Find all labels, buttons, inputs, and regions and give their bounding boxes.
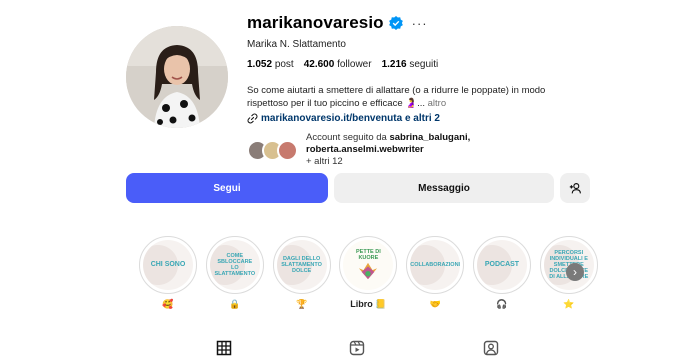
highlight-label: 🥰 [162,299,174,309]
highlight-podcast[interactable]: PODCAST 🎧 [469,236,535,311]
highlight-libro[interactable]: PETTE DI KUORE Libro 📒 [335,236,401,311]
suggested-accounts-button[interactable] [560,173,590,203]
follower-avatars [247,139,298,161]
highlight-label: 🤝 [429,299,441,309]
bio-line-2: rispettoso per il tuo piccino e efficace… [247,97,425,109]
username-row: marikanovaresio ··· [247,12,577,34]
link-text: marikanovaresio.it/benvenuta e altri 2 [261,113,440,124]
highlight-cover: CHI SONO [143,240,193,290]
highlights-next-arrow-icon[interactable]: › [566,263,584,281]
highlight-chi-sono[interactable]: CHI SONO 🥰 [135,236,201,311]
follower-avatar [277,139,298,161]
highlight-collaborazioni[interactable]: COLLABORAZIONI 🤝 [402,236,468,311]
profile-tabs [0,330,700,360]
full-name: Marika N. Slattamento [247,39,346,50]
highlight-cover: DAGLI DELLO SLATTAMENTO DOLCE [276,240,327,290]
highlight-cover: PODCAST [476,240,527,290]
following-count[interactable]: 1.216 seguiti [382,59,439,70]
verified-badge-icon [388,16,403,30]
avatar-photo [126,26,228,128]
profile-info: marikanovaresio ··· Marika N. Slattament… [247,12,577,168]
highlight-cover: PETTE DI KUORE [343,240,394,290]
highlight-label: 🏆 [295,299,308,309]
posts-count: 1.052 post [247,59,294,70]
highlight-come-sbloccare[interactable]: COME SBLOCCARE LO SLATTAMENTO 🔒 [202,236,268,311]
highlight-label: 🔒 [229,299,241,309]
grid-icon[interactable] [216,340,232,356]
highlight-cover: COME SBLOCCARE LO SLATTAMENTO [209,240,260,290]
followers-count[interactable]: 42.600 follower [304,59,372,70]
bio: So come aiutarti a smettere di allattare… [247,85,567,110]
highlight-label: ⭐ [563,299,575,309]
tagged-icon[interactable] [483,340,499,356]
story-highlights: CHI SONO 🥰 COME SBLOCCARE LO SLATTAMENTO… [135,236,603,311]
followed-by[interactable]: Account seguito da sabrina_balugani, rob… [247,132,577,168]
reels-icon[interactable] [349,340,365,356]
followed-by-text: Account seguito da sabrina_balugani, rob… [306,132,471,167]
highlight-label: Libro 📒 [350,299,387,309]
link-icon [247,113,258,124]
profile-avatar[interactable] [126,26,228,128]
add-person-icon [569,182,581,193]
profile-stats: 1.052 post 42.600 follower 1.216 seguiti [247,59,577,70]
highlight-dagli[interactable]: DAGLI DELLO SLATTAMENTO DOLCE 🏆 [269,236,335,311]
bio-line-1: So come aiutarti a smettere di allattare… [247,85,546,96]
highlight-cover: COLLABORAZIONI [410,240,461,290]
options-menu-icon[interactable]: ··· [412,16,428,31]
highlight-label: 🎧 [496,299,508,309]
message-button[interactable]: Messaggio [334,173,554,203]
external-link[interactable]: marikanovaresio.it/benvenuta e altri 2 [247,113,577,124]
username: marikanovaresio [247,13,384,32]
book-cover-illustration-icon [359,262,378,280]
bio-more-link[interactable]: altro [428,98,446,109]
profile-actions: Segui Messaggio [126,173,590,203]
follow-button[interactable]: Segui [126,173,328,203]
